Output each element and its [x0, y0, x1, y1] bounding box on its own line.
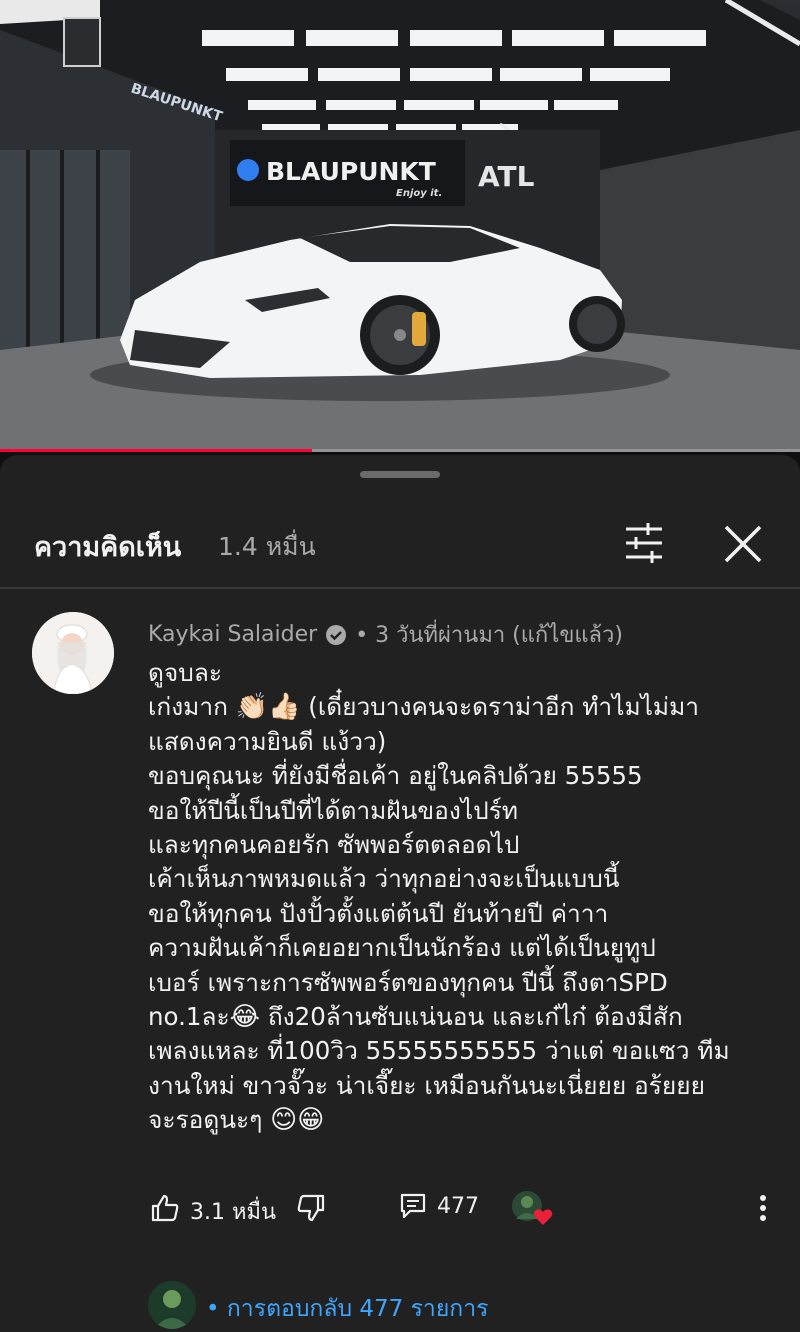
comments-sheet: ความคิดเห็น 1.4 หมื่น Kaykai Salaider • …: [0, 455, 800, 1332]
comment-line: ดูจบละ: [148, 658, 222, 687]
comment-actions: 3.1 หมื่น 477: [0, 1185, 800, 1235]
verified-check-icon: [325, 624, 347, 646]
reply-button[interactable]: [398, 1191, 428, 1221]
sort-filter-button[interactable]: [620, 519, 668, 567]
comment-line: ขอให้ทุกคน ปังปั้วตั้งแต่ต้นปี ยันท้ายปี…: [148, 898, 609, 928]
smile-emoji: 😊😁: [270, 1105, 325, 1136]
more-vertical-icon: [760, 1195, 766, 1221]
thumb-down-icon: [297, 1194, 325, 1222]
comment-line: เค้าเห็นภาพหมดแล้ว ว่าทุกอย่างจะเป็นแบบน…: [148, 864, 620, 894]
close-button[interactable]: [718, 519, 768, 569]
partner-logo: ATL: [478, 160, 535, 193]
comments-count: 1.4 หมื่น: [218, 532, 316, 561]
comment-line: เบอร์ เพราะการซัพพอร์ตของทุกคน ปีนี้ ถึง…: [148, 967, 668, 997]
close-icon: [724, 525, 762, 563]
comment-line: จะรอดูนะๆ: [148, 1105, 263, 1135]
comment-line: แสดงความยินดี แง้วว): [148, 726, 387, 756]
creator-heart-badge: [510, 1189, 554, 1229]
comment-line: เพลงแหละ ที่100วิว 55555555555 ว่าแต่ ขอ…: [148, 1036, 730, 1066]
comment-line: no.1ละ: [148, 1002, 230, 1032]
drag-handle[interactable]: [360, 471, 440, 478]
reply-comment-icon: [400, 1193, 426, 1219]
comment-line: งานใหม่ ขาวจั๊วะ น่าเจี๊ยะ เหมือนกันนะเน…: [148, 1070, 705, 1100]
brand-sign: BLAUPUNKT: [266, 157, 436, 186]
more-options-button[interactable]: [748, 1191, 778, 1225]
laughing-emoji: 😂: [229, 1002, 261, 1033]
comments-header: ความคิดเห็น 1.4 หมื่น: [0, 505, 800, 585]
comment-line: ถึง20ล้านซับแน่นอน และเก๋ไก๋ ต้องมีสัก: [260, 1002, 683, 1032]
author-avatar[interactable]: [32, 612, 114, 694]
comment-line: (เดี๋ยวบางคนจะดราม่าอีก ทำไมไม่มา: [308, 692, 699, 722]
avatar-image: [32, 612, 114, 694]
comment-line: ความฝันเค้าก็เคยอยากเป็นนักร้อง แต่ได้เป…: [148, 933, 656, 963]
comment-time: • 3 วันที่ผ่านมา (แก้ไขแล้ว): [355, 623, 623, 648]
header-divider: [0, 587, 800, 589]
replier-avatar-image: [148, 1281, 196, 1329]
brand-tagline: Enjoy it.: [396, 188, 442, 199]
comment-line: เก่งมาก: [148, 692, 228, 722]
like-count: 3.1 หมื่น: [190, 1200, 277, 1225]
comments-title: ความคิดเห็น: [34, 532, 182, 563]
replier-avatar: [148, 1281, 196, 1329]
video-progress-bar[interactable]: [0, 449, 800, 452]
comment-body: ดูจบละ เก่งมาก 👏🏻👍🏻 (เดี๋ยวบางคนจะดราม่า…: [148, 656, 780, 1138]
reply-count: 477: [437, 1194, 479, 1219]
comment-line: ขอบคุณนะ ที่ยังมีชื่อเค้า อยู่ในคลิปด้วย…: [148, 761, 643, 791]
author-name[interactable]: Kaykai Salaider: [148, 622, 317, 647]
clap-thumbs-emoji: 👏🏻👍🏻: [235, 692, 301, 723]
video-frame: BLAUPUNKT BLAUPUNKT Enjoy it. ATL: [0, 0, 800, 452]
video-player[interactable]: BLAUPUNKT BLAUPUNKT Enjoy it. ATL: [0, 0, 800, 452]
like-button[interactable]: [150, 1193, 180, 1223]
replies-row[interactable]: • การตอบกลับ 477 รายการ: [148, 1279, 788, 1329]
video-progress-fill: [0, 449, 312, 452]
thumb-up-icon: [151, 1194, 179, 1222]
comment-meta: Kaykai Salaider • 3 วันที่ผ่านมา (แก้ไขแ…: [148, 617, 623, 652]
comment-line: และทุกคนคอยรัก ซัพพอร์ตตลอดไป: [148, 830, 520, 860]
comment-line: ขอให้ปีนี้เป็นปีที่ได้ตามฝันของไปร์ท: [148, 795, 519, 825]
dislike-button[interactable]: [296, 1193, 326, 1223]
sliders-icon: [626, 523, 662, 563]
creator-heart-icon: [512, 1191, 553, 1225]
view-replies-link[interactable]: • การตอบกลับ 477 รายการ: [206, 1291, 489, 1327]
